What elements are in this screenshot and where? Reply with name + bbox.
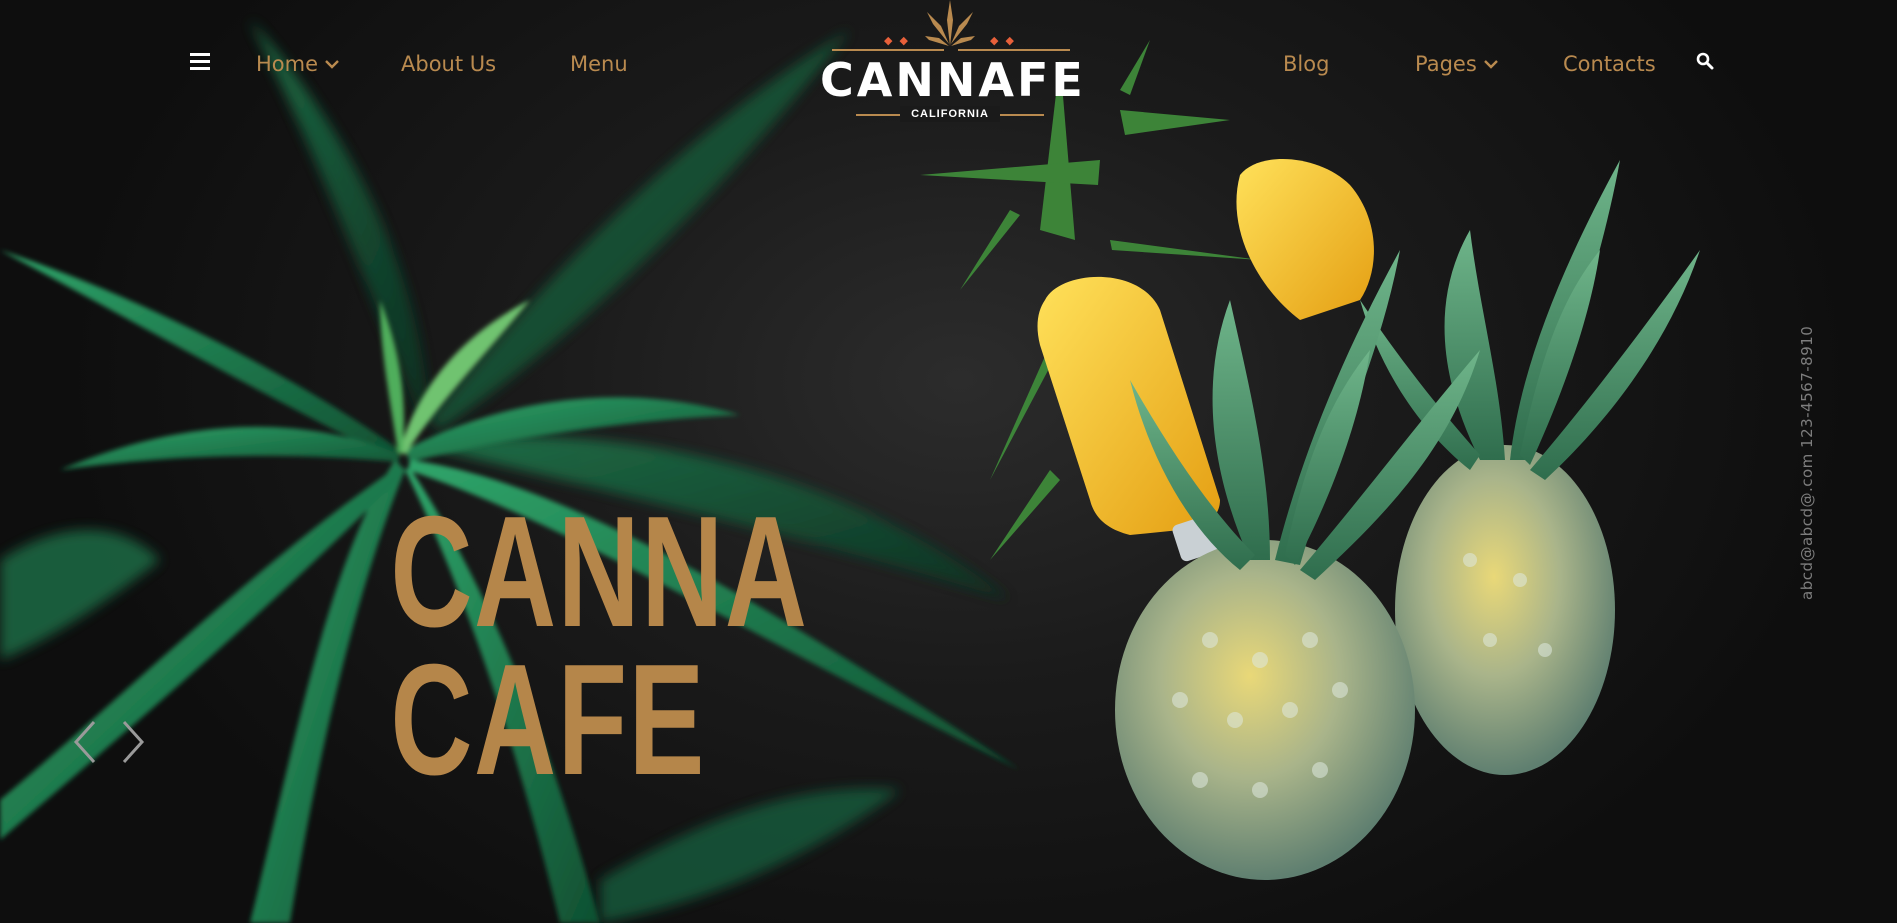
pineapple-pipes-image (920, 40, 1700, 880)
brand-logo[interactable]: ◆ ◆ ◆ ◆ CANNAFE CALIFORNIA (820, 0, 1086, 130)
logo-subtitle: CALIFORNIA (900, 106, 1000, 122)
logo-divider (958, 49, 1070, 51)
nav-menu[interactable]: Menu (570, 50, 628, 78)
nav-blog[interactable]: Blog (1283, 50, 1329, 78)
hero-title: CANNA CAFE (390, 484, 809, 808)
search-icon[interactable] (1696, 52, 1714, 70)
hero-slide: Home About Us Menu Blog Pages Contacts ◆… (0, 0, 1897, 923)
logo-name: CANNAFE (820, 53, 1086, 107)
nav-contacts[interactable]: Contacts (1563, 50, 1656, 78)
hero-title-line1: CANNA (390, 484, 809, 660)
hero-title-line2: CAFE (390, 632, 706, 808)
nav-home[interactable]: Home (256, 50, 340, 78)
logo-divider (832, 49, 944, 51)
logo-ornament: ◆ ◆ (990, 35, 1016, 47)
nav-about-us[interactable]: About Us (401, 50, 496, 78)
logo-ornament: ◆ ◆ (884, 35, 910, 47)
nav-pages[interactable]: Pages (1415, 50, 1499, 78)
chevron-right-icon[interactable] (118, 718, 148, 766)
nav-menu-label: Menu (570, 52, 628, 76)
nav-home-label: Home (256, 52, 319, 76)
nav-blog-label: Blog (1283, 52, 1330, 76)
contact-info: abcd@abcd@.com 123-4567-8910 (1798, 325, 1816, 600)
nav-about-us-label: About Us (401, 52, 497, 76)
nav-pages-label: Pages (1415, 52, 1477, 76)
cannabis-leaf-icon (925, 0, 975, 46)
chevron-down-icon (325, 60, 339, 69)
chevron-left-icon[interactable] (70, 718, 100, 766)
nav-contacts-label: Contacts (1563, 52, 1656, 76)
hamburger-icon[interactable] (190, 53, 210, 71)
chevron-down-icon (1483, 60, 1498, 69)
